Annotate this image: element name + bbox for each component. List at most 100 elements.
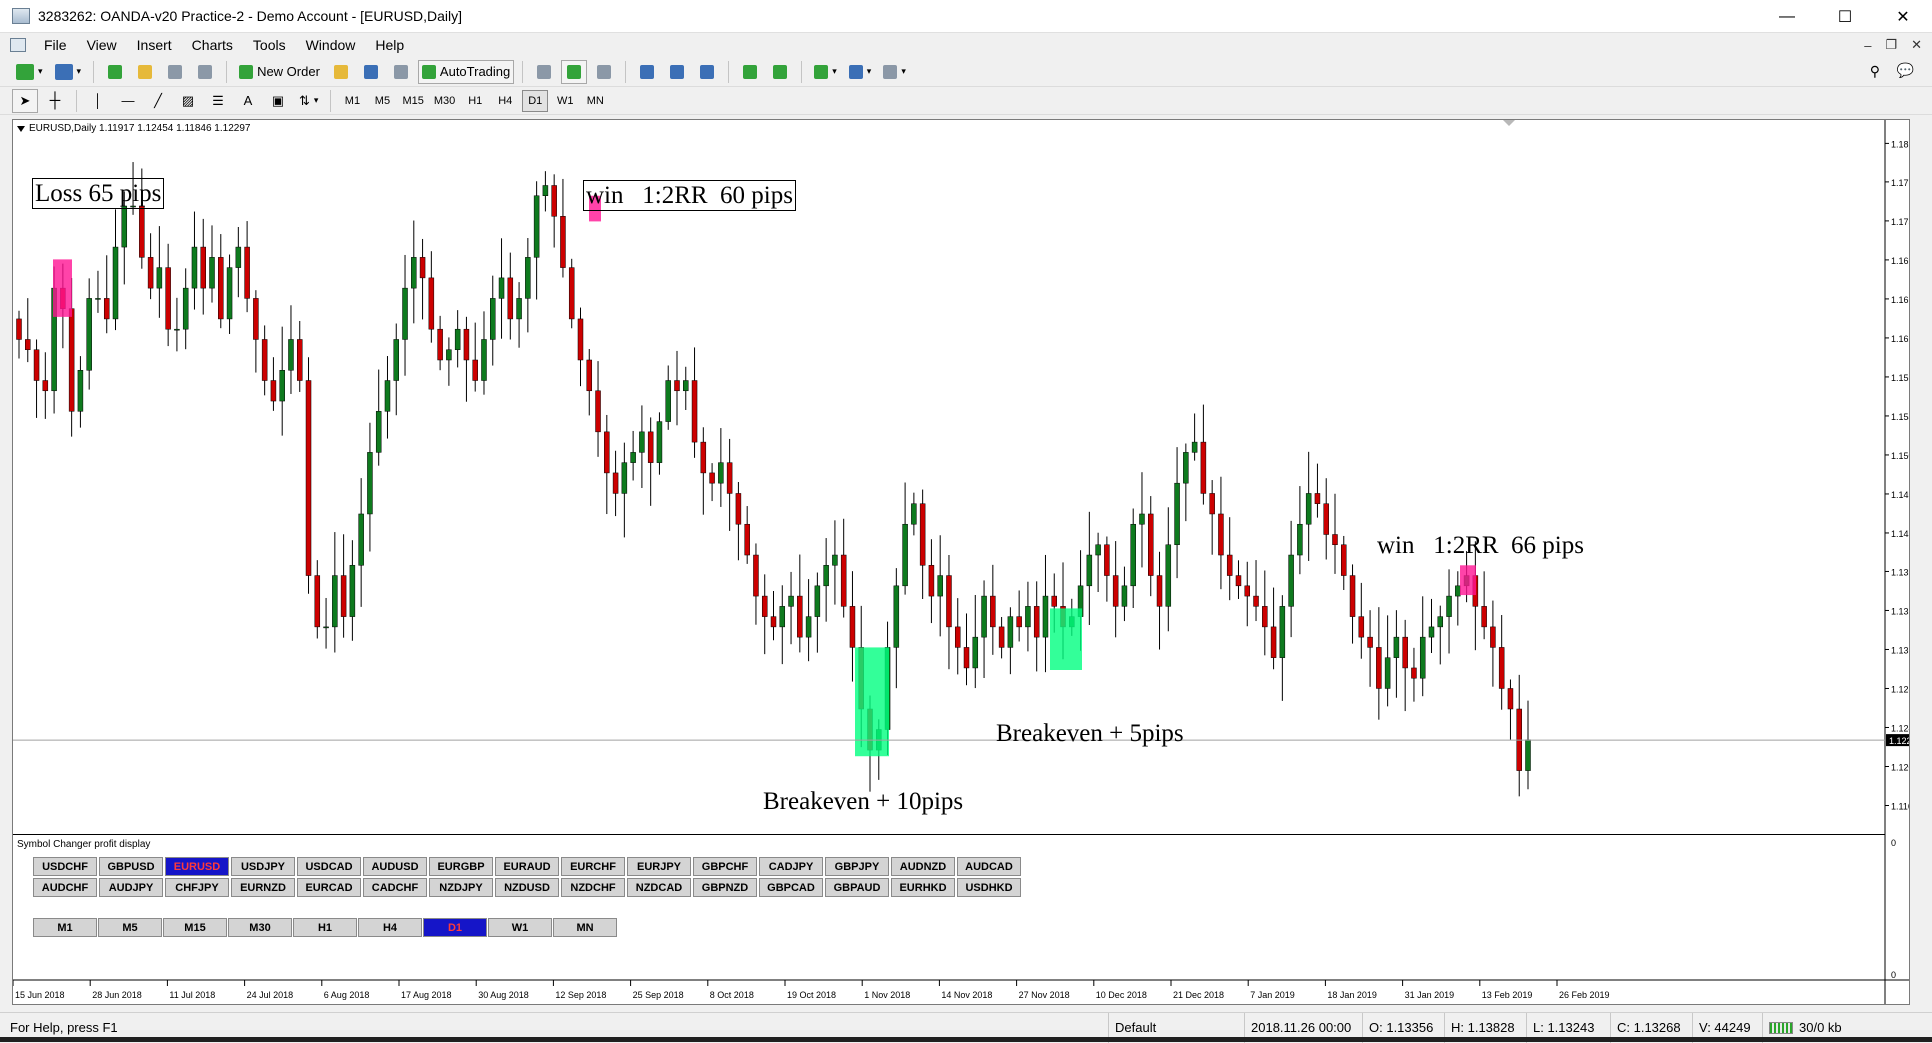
metaeditor-button[interactable] — [328, 60, 354, 84]
tf-m30-button[interactable]: M30 — [431, 90, 458, 112]
market-button[interactable] — [388, 60, 414, 84]
menu-file[interactable]: File — [34, 33, 77, 57]
strategy-tester-button[interactable] — [192, 60, 218, 84]
symbol-button-usdchf[interactable]: USDCHF — [33, 857, 97, 876]
autotrading-button[interactable]: AutoTrading — [417, 59, 515, 84]
symbol-button-eurchf[interactable]: EURCHF — [561, 857, 625, 876]
symbol-button-cadchf[interactable]: CADCHF — [363, 878, 427, 897]
new-chart-button[interactable]: ▾ — [12, 60, 47, 84]
symbol-button-gbpchf[interactable]: GBPCHF — [693, 857, 757, 876]
text-tool-button[interactable]: A — [235, 89, 261, 113]
symbol-button-usdhkd[interactable]: USDHKD — [957, 878, 1021, 897]
vertical-line-button[interactable]: │ — [85, 89, 111, 113]
annotation-win-1[interactable]: win 1:2RR 60 pips — [583, 180, 796, 211]
autoscroll-button[interactable] — [737, 60, 763, 84]
cursor-button[interactable]: ➤ — [12, 88, 38, 113]
zoom-in-button[interactable] — [634, 60, 660, 84]
symbol-tf-button-m15[interactable]: M15 — [163, 918, 227, 937]
tf-h1-button[interactable]: H1 — [462, 90, 488, 112]
symbol-button-gbpusd[interactable]: GBPUSD — [99, 857, 163, 876]
symbol-tf-button-d1[interactable]: D1 — [423, 918, 487, 937]
symbol-tf-button-m1[interactable]: M1 — [33, 918, 97, 937]
symbol-tf-button-m5[interactable]: M5 — [98, 918, 162, 937]
symbol-button-eurcad[interactable]: EURCAD — [297, 878, 361, 897]
symbol-button-eurgbp[interactable]: EURGBP — [429, 857, 493, 876]
chart-shift-button[interactable] — [767, 60, 793, 84]
crosshair-button[interactable]: ┼ — [42, 89, 68, 113]
candlestick-button[interactable] — [561, 59, 588, 84]
market-watch-button[interactable] — [102, 60, 128, 84]
symbol-button-audjpy[interactable]: AUDJPY — [99, 878, 163, 897]
tf-h4-button[interactable]: H4 — [492, 90, 518, 112]
symbol-button-eurjpy[interactable]: EURJPY — [627, 857, 691, 876]
new-order-button[interactable]: New Order — [235, 60, 324, 84]
bar-chart-button[interactable] — [531, 60, 557, 84]
annotation-breakeven-5[interactable]: Breakeven + 5pips — [996, 721, 1184, 746]
symbol-button-gbpjpy[interactable]: GBPJPY — [825, 857, 889, 876]
symbol-button-nzdcad[interactable]: NZDCAD — [627, 878, 691, 897]
navigator-button[interactable] — [132, 60, 158, 84]
menu-tools[interactable]: Tools — [243, 33, 296, 57]
tf-m15-button[interactable]: M15 — [399, 90, 426, 112]
symbol-button-cadjpy[interactable]: CADJPY — [759, 857, 823, 876]
tf-w1-button[interactable]: W1 — [552, 90, 578, 112]
annotation-loss[interactable]: Loss 65 pips — [32, 178, 165, 209]
signals-button[interactable] — [358, 60, 384, 84]
line-chart-button[interactable] — [591, 60, 617, 84]
symbol-button-usdcad[interactable]: USDCAD — [297, 857, 361, 876]
symbol-button-euraud[interactable]: EURAUD — [495, 857, 559, 876]
fibonacci-button[interactable]: ☰ — [205, 89, 231, 113]
symbol-button-nzdusd[interactable]: NZDUSD — [495, 878, 559, 897]
symbol-button-gbpaud[interactable]: GBPAUD — [825, 878, 889, 897]
trendline-button[interactable]: ╱ — [145, 89, 171, 113]
chart-window-icon[interactable] — [10, 38, 26, 52]
search-icon[interactable]: ⚲ — [1870, 63, 1880, 80]
chat-icon[interactable]: 💬 — [1897, 62, 1914, 79]
symbol-tf-button-h4[interactable]: H4 — [358, 918, 422, 937]
zoom-out-button[interactable] — [664, 60, 690, 84]
symbol-button-eurhkd[interactable]: EURHKD — [891, 878, 955, 897]
tf-m1-button[interactable]: M1 — [339, 90, 365, 112]
symbol-tf-button-m30[interactable]: M30 — [228, 918, 292, 937]
annotation-breakeven-10[interactable]: Breakeven + 10pips — [763, 789, 963, 814]
annotation-win-2[interactable]: win 1:2RR 66 pips — [1377, 533, 1584, 558]
symbol-button-nzdchf[interactable]: NZDCHF — [561, 878, 625, 897]
terminal-button[interactable] — [162, 60, 188, 84]
mdi-restore-button[interactable]: ❐ — [1885, 37, 1897, 53]
symbol-button-nzdjpy[interactable]: NZDJPY — [429, 878, 493, 897]
minimize-button[interactable]: — — [1758, 0, 1816, 33]
profiles-button[interactable]: ▾ — [51, 60, 86, 84]
maximize-button[interactable]: ☐ — [1816, 0, 1874, 33]
arrows-button[interactable]: ⇅ ▾ — [295, 89, 322, 113]
symbol-button-audnzd[interactable]: AUDNZD — [891, 857, 955, 876]
menu-view[interactable]: View — [77, 33, 127, 57]
tf-mn-button[interactable]: MN — [582, 90, 608, 112]
mdi-minimize-button[interactable]: – — [1864, 38, 1871, 53]
menu-help[interactable]: Help — [365, 33, 414, 57]
tf-d1-button[interactable]: D1 — [522, 89, 549, 112]
menu-insert[interactable]: Insert — [127, 33, 182, 57]
periods-button[interactable]: ▾ — [845, 60, 876, 84]
menu-charts[interactable]: Charts — [182, 33, 243, 57]
horizontal-line-button[interactable]: — — [115, 89, 141, 113]
symbol-button-audusd[interactable]: AUDUSD — [363, 857, 427, 876]
symbol-tf-button-w1[interactable]: W1 — [488, 918, 552, 937]
channel-button[interactable]: ▨ — [175, 89, 201, 113]
tf-m5-button[interactable]: M5 — [369, 90, 395, 112]
symbol-tf-button-h1[interactable]: H1 — [293, 918, 357, 937]
mdi-close-button[interactable]: ✕ — [1911, 37, 1922, 53]
symbol-button-gbpcad[interactable]: GBPCAD — [759, 878, 823, 897]
templates-button[interactable]: ▾ — [879, 60, 910, 84]
symbol-button-audchf[interactable]: AUDCHF — [33, 878, 97, 897]
tile-windows-button[interactable] — [694, 60, 720, 84]
symbol-button-gbpnzd[interactable]: GBPNZD — [693, 878, 757, 897]
symbol-button-audcad[interactable]: AUDCAD — [957, 857, 1021, 876]
symbol-button-eurnzd[interactable]: EURNZD — [231, 878, 295, 897]
symbol-button-chfjpy[interactable]: CHFJPY — [165, 878, 229, 897]
menu-window[interactable]: Window — [296, 33, 366, 57]
chart-window[interactable]: 1.18110 1.17735 1.17355 1.16975 1.16595 1.162… — [12, 119, 1910, 1005]
symbol-button-eurusd[interactable]: EURUSD — [165, 857, 229, 876]
symbol-tf-button-mn[interactable]: MN — [553, 918, 617, 937]
indicators-button[interactable]: ▾ — [810, 60, 841, 84]
symbol-button-usdjpy[interactable]: USDJPY — [231, 857, 295, 876]
